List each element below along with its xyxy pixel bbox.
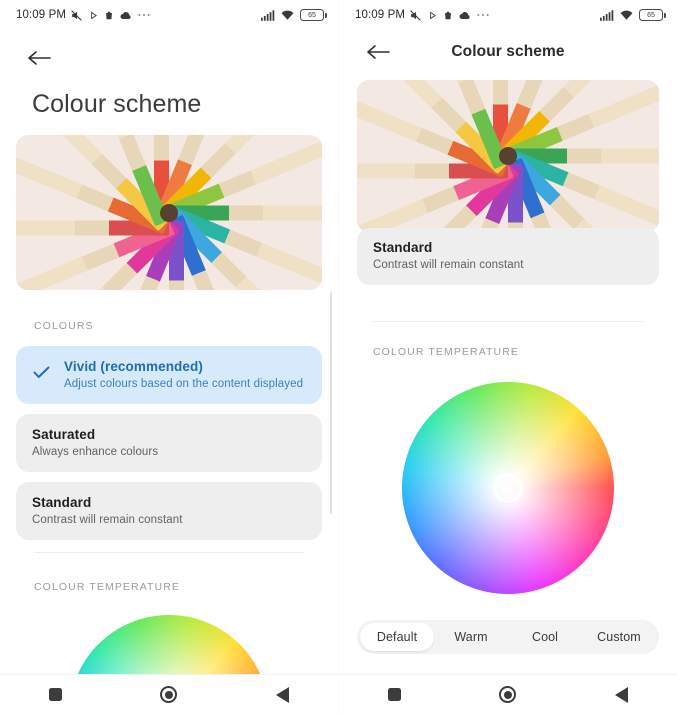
option-subtitle: Contrast will remain constant <box>373 259 524 271</box>
segment-warm[interactable]: Warm <box>434 623 508 651</box>
pencil-tips-center <box>160 203 178 222</box>
pencil-tips-center <box>499 147 517 165</box>
dual-screenshot: 10:09 PM 65 Colour scheme COLOURS Vivid … <box>0 0 677 714</box>
trash-icon <box>443 10 453 21</box>
navigation-bar-left <box>0 674 338 714</box>
option-title: Standard <box>32 495 92 510</box>
right-app-bar: Colour scheme <box>339 30 677 74</box>
option-title: Standard <box>373 240 433 255</box>
navigation-bar-right <box>339 674 677 714</box>
colour-temperature-wheel[interactable] <box>69 615 269 675</box>
option-subtitle: Adjust colours based on the content disp… <box>64 378 304 390</box>
back-arrow-icon[interactable] <box>26 48 52 68</box>
coloured-pencils-photo <box>16 135 322 290</box>
colours-section-label: COLOURS <box>34 320 94 332</box>
left-back-row <box>0 38 338 78</box>
overflow-icon <box>138 13 150 17</box>
back-button[interactable] <box>275 686 289 703</box>
hero-image-right <box>357 80 659 232</box>
mute-icon <box>70 9 83 22</box>
segment-default[interactable]: Default <box>360 623 434 651</box>
check-icon <box>33 366 50 379</box>
option-standard[interactable]: Standard Contrast will remain constant <box>16 482 322 540</box>
right-phone-screen: 10:09 PM 65 Colour scheme Standard Contr… <box>338 0 677 714</box>
colour-wheel-wrap-right <box>339 382 677 594</box>
colour-options-list: Vivid (recommended) Adjust colours based… <box>0 346 338 540</box>
option-subtitle: Contrast will remain constant <box>32 514 183 526</box>
scrollbar-thumb[interactable] <box>329 292 332 514</box>
status-bar-right-icons: 65 <box>261 9 327 21</box>
recents-button[interactable] <box>49 688 63 701</box>
status-bar-left-icons <box>70 9 150 22</box>
mute-icon <box>409 9 422 22</box>
option-subtitle: Always enhance colours <box>32 446 159 458</box>
coloured-pencils-photo <box>357 80 659 232</box>
wifi-icon <box>620 10 633 21</box>
wifi-icon <box>281 10 294 21</box>
option-vivid[interactable]: Vivid (recommended) Adjust colours based… <box>16 346 322 404</box>
status-bar-time: 10:09 PM <box>355 9 406 21</box>
colour-temperature-wheel[interactable] <box>402 382 614 594</box>
colour-wheel-wrap-left <box>0 615 338 675</box>
trash-icon <box>104 10 114 21</box>
option-title: Saturated <box>32 427 96 442</box>
cloud-icon <box>459 11 471 20</box>
status-bar-right: 10:09 PM 65 <box>339 0 677 30</box>
battery-icon: 65 <box>639 9 666 21</box>
status-bar-right-icons: 65 <box>600 9 666 21</box>
status-bar-left-icons <box>409 9 489 22</box>
page-title: Colour scheme <box>451 43 565 60</box>
back-button[interactable] <box>614 686 628 703</box>
overflow-icon <box>477 13 489 17</box>
signal-icon <box>600 9 614 21</box>
cloud-icon <box>120 11 132 20</box>
option-title: Vivid (recommended) <box>64 359 203 374</box>
partial-option-wrap: Standard Contrast will remain constant <box>339 228 677 285</box>
option-saturated[interactable]: Saturated Always enhance colours <box>16 414 322 472</box>
hero-image-left <box>16 135 322 290</box>
home-button[interactable] <box>160 686 178 703</box>
page-title: Colour scheme <box>32 90 202 118</box>
home-button[interactable] <box>499 686 517 703</box>
status-bar-time: 10:09 PM <box>16 9 67 21</box>
option-standard-partial[interactable]: Standard Contrast will remain constant <box>357 228 659 285</box>
battery-level: 65 <box>308 11 316 19</box>
battery-level: 65 <box>647 11 655 19</box>
colour-wheel-selector[interactable] <box>493 473 523 503</box>
recents-button[interactable] <box>388 688 402 701</box>
temperature-mode-segmented-control: Default Warm Cool Custom <box>357 620 659 654</box>
play-icon <box>428 11 437 20</box>
colour-wheel-clip-left <box>0 615 338 675</box>
left-app-bar: Colour scheme <box>0 30 338 135</box>
colour-temperature-label: COLOUR TEMPERATURE <box>34 581 181 593</box>
colour-temperature-label: COLOUR TEMPERATURE <box>373 346 520 358</box>
signal-icon <box>261 9 275 21</box>
segment-cool[interactable]: Cool <box>508 623 582 651</box>
segment-custom[interactable]: Custom <box>582 623 656 651</box>
play-icon <box>89 11 98 20</box>
battery-icon: 65 <box>300 9 327 21</box>
left-phone-screen: 10:09 PM 65 Colour scheme COLOURS Vivid … <box>0 0 338 714</box>
status-bar-left: 10:09 PM 65 <box>0 0 338 30</box>
